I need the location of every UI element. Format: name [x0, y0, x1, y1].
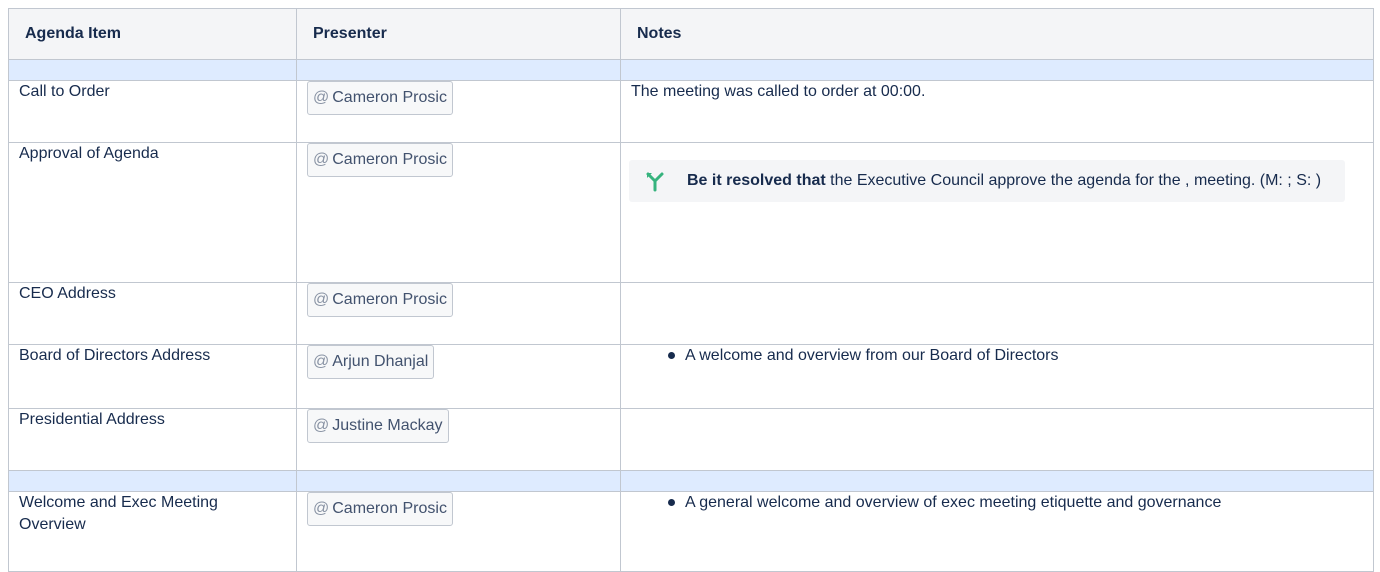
list-item: A welcome and overview from our Board of…	[668, 345, 1363, 367]
presenter-cell: @ Justine Mackay	[296, 408, 621, 471]
user-mention[interactable]: @ Cameron Prosic	[307, 81, 453, 115]
agenda-item-cell: Welcome and Exec Meeting Overview	[8, 491, 297, 572]
column-header-presenter: Presenter	[296, 8, 621, 60]
notes-bullet-list: A welcome and overview from our Board of…	[631, 345, 1363, 367]
decision-panel: Be it resolved that the Executive Counci…	[629, 160, 1345, 202]
mention-name: Cameron Prosic	[332, 89, 447, 106]
table-header-row: Agenda Item Presenter Notes	[8, 8, 1374, 60]
section-separator-row	[8, 470, 1374, 492]
column-header-notes: Notes	[620, 8, 1374, 60]
separator-cell	[620, 59, 1374, 81]
separator-cell	[8, 470, 297, 492]
mention-at-icon: @	[313, 89, 330, 106]
user-mention[interactable]: @ Cameron Prosic	[307, 492, 453, 526]
decision-icon	[646, 172, 664, 192]
agenda-item-cell: Presidential Address	[8, 408, 297, 471]
mention-at-icon: @	[313, 151, 330, 168]
agenda-item-cell: Call to Order	[8, 80, 297, 143]
presenter-cell: @ Arjun Dhanjal	[296, 344, 621, 409]
section-separator-row	[8, 59, 1374, 81]
decision-bold-text: Be it resolved that	[687, 172, 826, 189]
table-row: CEO Address @ Cameron Prosic	[8, 282, 1374, 345]
presenter-cell: @ Cameron Prosic	[296, 80, 621, 143]
mention-at-icon: @	[313, 500, 330, 517]
agenda-item-cell: Board of Directors Address	[8, 344, 297, 409]
column-header-agenda-item: Agenda Item	[8, 8, 297, 60]
list-item: A general welcome and overview of exec m…	[668, 492, 1363, 514]
notes-cell: Be it resolved that the Executive Counci…	[620, 142, 1374, 283]
table-row: Approval of Agenda @ Cameron Prosic Be it…	[8, 142, 1374, 283]
agenda-item-cell: Approval of Agenda	[8, 142, 297, 283]
mention-name: Cameron Prosic	[332, 500, 447, 517]
user-mention[interactable]: @ Arjun Dhanjal	[307, 345, 435, 379]
agenda-item-cell: CEO Address	[8, 282, 297, 345]
table-row: Presidential Address @ Justine Mackay	[8, 408, 1374, 471]
notes-bullet-list: A general welcome and overview of exec m…	[631, 492, 1363, 514]
notes-cell: The meeting was called to order at 00:00…	[620, 80, 1374, 143]
separator-cell	[8, 59, 297, 81]
mention-name: Cameron Prosic	[332, 291, 447, 308]
table-row: Welcome and Exec Meeting Overview @ Camer…	[8, 491, 1374, 572]
table-row: Board of Directors Address @ Arjun Dhanja…	[8, 344, 1374, 409]
decision-text: the Executive Council approve the agenda…	[825, 172, 1322, 189]
mention-name: Justine Mackay	[332, 417, 443, 434]
notes-cell	[620, 408, 1374, 471]
mention-name: Arjun Dhanjal	[332, 353, 429, 370]
mention-at-icon: @	[313, 353, 330, 370]
notes-cell	[620, 282, 1374, 345]
mention-at-icon: @	[313, 417, 330, 434]
separator-cell	[296, 470, 621, 492]
user-mention[interactable]: @ Justine Mackay	[307, 409, 449, 443]
notes-cell: A welcome and overview from our Board of…	[620, 344, 1374, 409]
user-mention[interactable]: @ Cameron Prosic	[307, 283, 453, 317]
separator-cell	[296, 59, 621, 81]
table-row: Call to Order @ Cameron Prosic The meetin…	[8, 80, 1374, 143]
presenter-cell: @ Cameron Prosic	[296, 142, 621, 283]
mention-name: Cameron Prosic	[332, 151, 447, 168]
notes-cell: A general welcome and overview of exec m…	[620, 491, 1374, 572]
presenter-cell: @ Cameron Prosic	[296, 282, 621, 345]
separator-cell	[620, 470, 1374, 492]
mention-at-icon: @	[313, 291, 330, 308]
user-mention[interactable]: @ Cameron Prosic	[307, 143, 453, 177]
presenter-cell: @ Cameron Prosic	[296, 491, 621, 572]
agenda-table: Agenda Item Presenter Notes Call to Orde…	[8, 8, 1374, 572]
